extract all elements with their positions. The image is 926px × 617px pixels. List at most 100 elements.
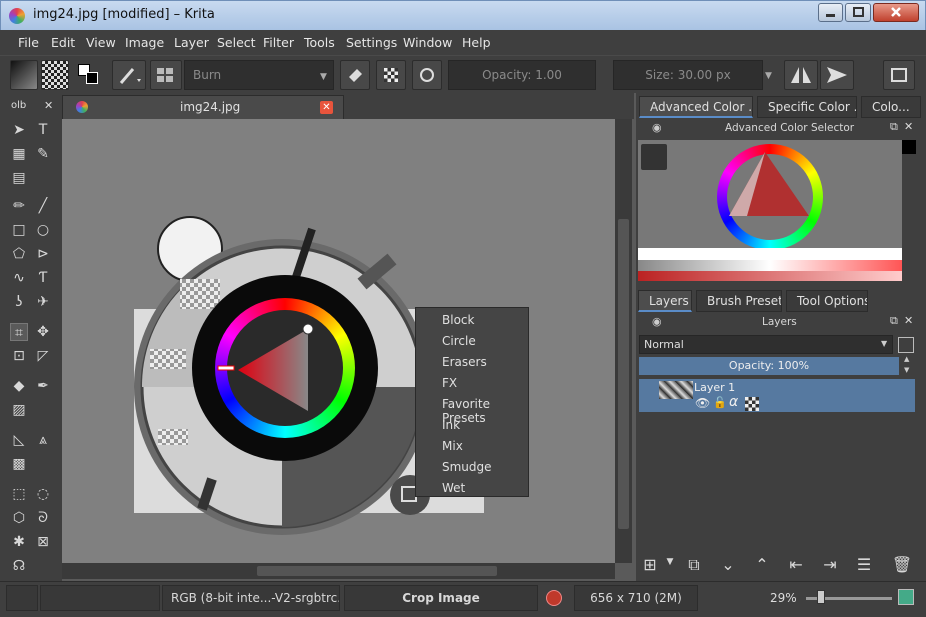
gradient-tool-icon[interactable]: ▨ bbox=[10, 401, 28, 419]
ellipse-select-icon[interactable]: ◌ bbox=[34, 485, 52, 503]
color-selector-settings-icon[interactable] bbox=[641, 144, 667, 170]
menu-file[interactable]: File bbox=[18, 35, 39, 50]
menu-select[interactable]: Select bbox=[217, 35, 256, 50]
move-tool-icon[interactable]: ✥ bbox=[34, 323, 52, 341]
menu-edit[interactable]: Edit bbox=[51, 35, 75, 50]
tab-tool-options[interactable]: Tool Options bbox=[786, 290, 868, 312]
menu-help[interactable]: Help bbox=[462, 35, 491, 50]
edit-shapes-icon[interactable]: ▦ bbox=[10, 145, 28, 163]
layer-blend-mode-select[interactable]: Normal bbox=[639, 335, 893, 354]
tag-item[interactable]: Ink bbox=[442, 418, 460, 432]
mirror-vertical-icon[interactable] bbox=[820, 60, 854, 90]
duplicate-layer-icon[interactable]: ⧉ bbox=[683, 555, 705, 575]
blend-mode-select[interactable]: Burn bbox=[184, 60, 334, 90]
text-tool-icon[interactable]: T bbox=[34, 121, 52, 139]
tab-specific-color[interactable]: Specific Color ... bbox=[757, 96, 857, 118]
menu-image[interactable]: Image bbox=[125, 35, 164, 50]
polyline-tool-icon[interactable]: ⊳ bbox=[34, 245, 52, 263]
close-icon[interactable]: ✕ bbox=[904, 314, 913, 327]
reload-preset-icon[interactable] bbox=[412, 60, 442, 90]
perspective-tool-icon[interactable]: ◸ bbox=[34, 347, 52, 365]
tag-item[interactable]: Wet bbox=[442, 481, 465, 495]
dynamic-brush-icon[interactable]: ʖ bbox=[10, 293, 28, 311]
inherit-alpha-icon[interactable] bbox=[745, 397, 759, 411]
shade-bar-red[interactable] bbox=[638, 271, 902, 281]
layer-filter-icon[interactable] bbox=[898, 337, 914, 353]
spin-up-icon[interactable]: ▲ bbox=[904, 355, 909, 363]
grid-tool-icon[interactable]: ▩ bbox=[10, 455, 28, 473]
fg-bg-color-icon[interactable] bbox=[76, 62, 102, 88]
tag-item[interactable]: Circle bbox=[442, 334, 476, 348]
tab-brush-presets[interactable]: Brush Presets bbox=[696, 290, 782, 312]
scroll-thumb[interactable] bbox=[618, 219, 629, 529]
preserve-alpha-icon[interactable] bbox=[376, 60, 406, 90]
layer-settings-icon[interactable]: ☰ bbox=[853, 555, 875, 574]
assistant-tool-icon[interactable]: ⩓ bbox=[34, 431, 52, 449]
tag-item[interactable]: Mix bbox=[442, 439, 463, 453]
workspace-menu-icon[interactable] bbox=[883, 60, 915, 90]
chevron-down-icon[interactable]: ▼ bbox=[659, 557, 681, 567]
contiguous-select-icon[interactable]: ✱ bbox=[10, 533, 28, 551]
bezier-tool-icon[interactable]: ∿ bbox=[10, 269, 28, 287]
brush-editor-icon[interactable] bbox=[150, 60, 182, 90]
tab-layers[interactable]: Layers bbox=[638, 290, 692, 312]
freehand-path-icon[interactable]: Ƭ bbox=[34, 269, 52, 287]
layer-merge-icon[interactable]: ⇥ bbox=[819, 555, 841, 574]
maximize-button[interactable] bbox=[845, 3, 871, 22]
bezier-select-icon[interactable]: ☊ bbox=[10, 557, 28, 575]
freehand-brush-icon[interactable]: ✏ bbox=[10, 197, 28, 215]
ellipse-tool-icon[interactable]: ○ bbox=[34, 221, 52, 239]
measure-tool-icon[interactable]: ◺ bbox=[10, 431, 28, 449]
vertical-scrollbar[interactable] bbox=[615, 119, 632, 563]
close-icon[interactable]: ✕ bbox=[44, 99, 53, 112]
shade-bar-white[interactable] bbox=[638, 248, 902, 260]
transform-tool-icon[interactable]: ⊡ bbox=[10, 347, 28, 365]
layer-lock-icon[interactable]: 🔓 bbox=[713, 396, 727, 409]
alpha-lock-icon[interactable]: α bbox=[729, 394, 738, 410]
fit-to-view-icon[interactable] bbox=[898, 589, 914, 605]
color-picker-icon[interactable]: ✒ bbox=[34, 377, 52, 395]
mirror-horizontal-icon[interactable] bbox=[784, 60, 818, 90]
visibility-eye-icon[interactable]: 👁 bbox=[695, 396, 710, 410]
gradient-selector-icon[interactable] bbox=[10, 60, 38, 90]
horizontal-scrollbar[interactable] bbox=[62, 563, 615, 579]
close-button[interactable] bbox=[873, 3, 919, 22]
selection-status-icon[interactable] bbox=[6, 585, 38, 611]
gradient-edit-icon[interactable]: ▤ bbox=[10, 169, 28, 187]
menu-tools[interactable]: Tools bbox=[304, 35, 335, 50]
similar-select-icon[interactable]: ⊠ bbox=[34, 533, 52, 551]
menu-layer[interactable]: Layer bbox=[174, 35, 209, 50]
rect-select-icon[interactable]: ⬚ bbox=[10, 485, 28, 503]
move-layer-down-icon[interactable]: ⌄ bbox=[717, 555, 739, 574]
freehand-select-icon[interactable]: ᘐ bbox=[34, 509, 52, 527]
rectangle-tool-icon[interactable]: □ bbox=[10, 221, 28, 239]
polygon-select-icon[interactable]: ⬡ bbox=[10, 509, 28, 527]
brush-preset-icon[interactable] bbox=[112, 60, 146, 90]
advanced-color-selector[interactable] bbox=[638, 140, 902, 281]
tag-item[interactable]: FX bbox=[442, 376, 457, 390]
add-layer-icon[interactable]: ⊞ bbox=[639, 555, 661, 574]
tag-item[interactable]: Smudge bbox=[442, 460, 492, 474]
lock-icon[interactable]: ◉ bbox=[652, 121, 662, 134]
close-icon[interactable]: ✕ bbox=[904, 120, 913, 133]
move-layer-up-icon[interactable]: ⌃ bbox=[751, 555, 773, 574]
menu-window[interactable]: Window bbox=[403, 35, 452, 50]
zoom-slider-handle[interactable] bbox=[817, 590, 825, 604]
pattern-selector-icon[interactable] bbox=[41, 60, 69, 90]
crop-tool-icon[interactable]: ⌗ bbox=[10, 323, 28, 341]
tag-item[interactable]: Block bbox=[442, 313, 474, 327]
line-tool-icon[interactable]: ╱ bbox=[34, 197, 52, 215]
multibrush-icon[interactable]: ✈ bbox=[34, 293, 52, 311]
float-icon[interactable]: ⧉ bbox=[890, 314, 898, 328]
document-tab[interactable]: img24.jpg ✕ bbox=[62, 95, 344, 119]
canvas[interactable] bbox=[62, 119, 615, 563]
calligraphy-icon[interactable]: ✎ bbox=[34, 145, 52, 163]
size-slider[interactable]: Size: 30.00 px bbox=[613, 60, 763, 90]
tag-item[interactable]: Erasers bbox=[442, 355, 487, 369]
minimize-button[interactable] bbox=[818, 3, 843, 22]
layer-properties-icon[interactable]: ⇤ bbox=[785, 555, 807, 574]
scroll-thumb[interactable] bbox=[257, 566, 497, 576]
layer-row[interactable]: Layer 1 👁 🔓 α bbox=[639, 379, 915, 412]
eraser-mode-icon[interactable] bbox=[340, 60, 370, 90]
menu-settings[interactable]: Settings bbox=[346, 35, 397, 50]
